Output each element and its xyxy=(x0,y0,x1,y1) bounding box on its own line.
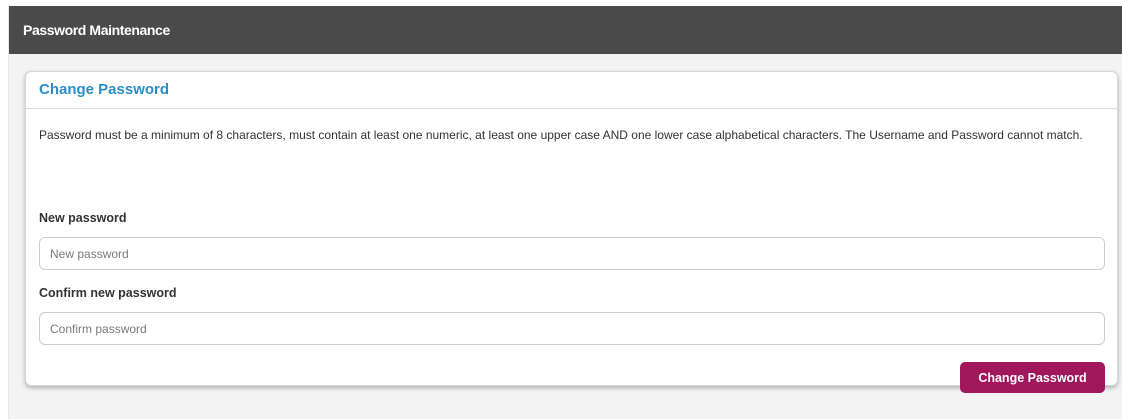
change-password-panel: Change Password Password must be a minim… xyxy=(25,71,1118,393)
rules-wrapper: Password must be a minimum of 8 characte… xyxy=(39,109,1099,144)
page-title-bar: Password Maintenance xyxy=(9,6,1122,54)
panel-title: Change Password xyxy=(39,81,170,98)
confirm-password-label: Confirm new password xyxy=(39,286,177,300)
page-title: Password Maintenance xyxy=(23,22,170,38)
page-container: Password Maintenance Change Password Pas… xyxy=(8,6,1122,419)
panel-header: Change Password xyxy=(26,72,1117,109)
password-rules-text: Password must be a minimum of 8 characte… xyxy=(39,128,1083,142)
confirm-password-input[interactable] xyxy=(39,312,1105,345)
new-password-label: New password xyxy=(39,211,127,225)
change-password-button[interactable]: Change Password xyxy=(960,362,1105,393)
new-password-input[interactable] xyxy=(39,237,1105,270)
